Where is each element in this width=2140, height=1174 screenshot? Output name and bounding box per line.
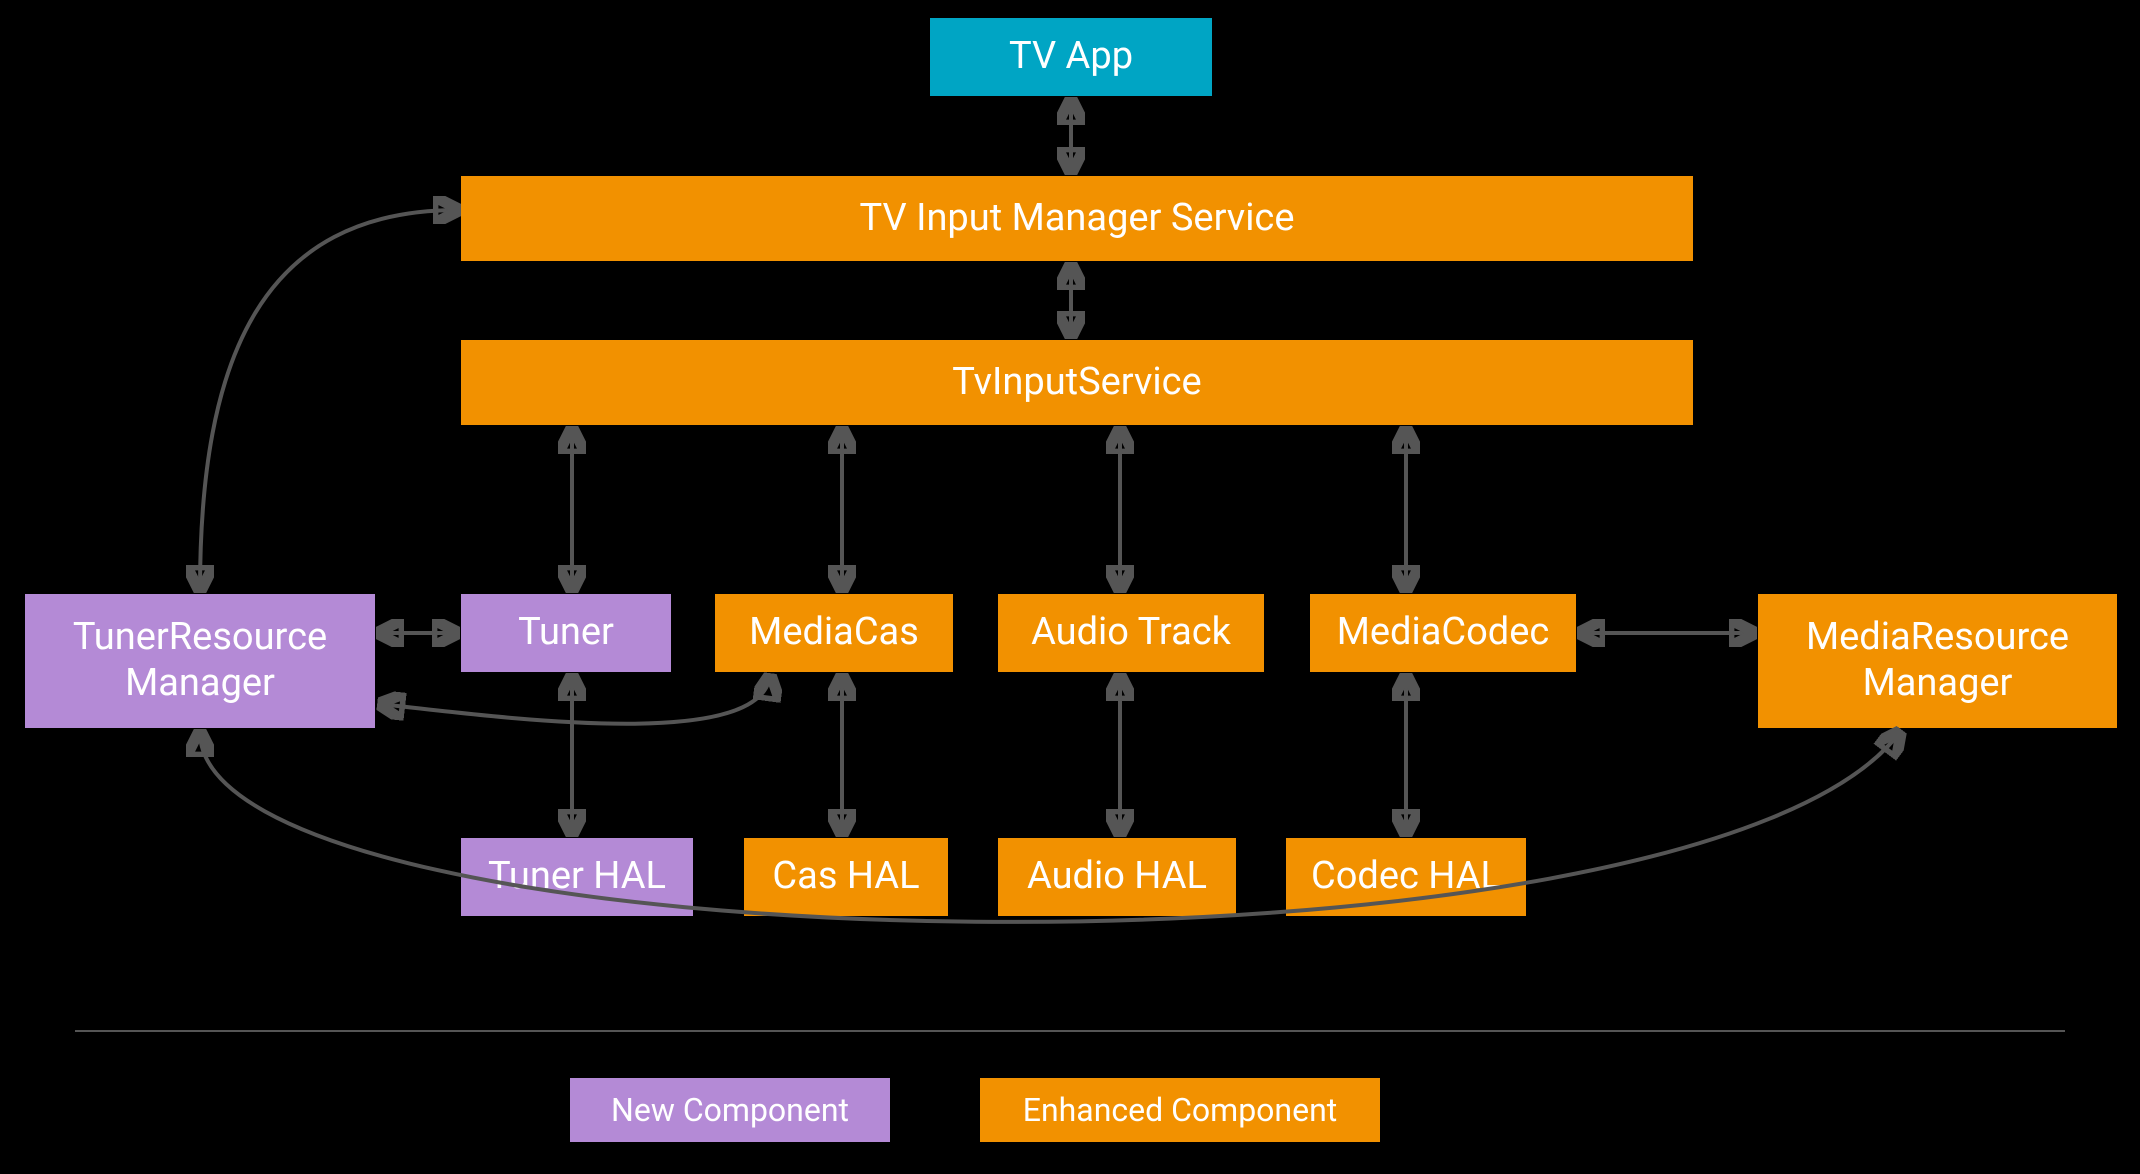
mrm-line2: Manager <box>1863 661 2013 705</box>
mrm-line1: MediaResource <box>1806 615 2069 659</box>
tv-input-service-box: TvInputService <box>461 340 1693 425</box>
legend-new-component: New Component <box>570 1078 890 1142</box>
tv-app-box: TV App <box>930 18 1212 96</box>
media-resource-manager-box: MediaResource Manager <box>1758 594 2117 728</box>
codec-hal-box: Codec HAL <box>1286 838 1526 916</box>
tuner-resource-manager-box: TunerResource Manager <box>25 594 375 728</box>
mediacas-box: MediaCas <box>715 594 953 672</box>
tv-input-manager-service-box: TV Input Manager Service <box>461 176 1693 261</box>
tuner-hal-box: Tuner HAL <box>461 838 693 916</box>
trm-line1: TunerResource <box>73 615 327 659</box>
audio-hal-box: Audio HAL <box>998 838 1236 916</box>
legend-divider <box>75 1030 2065 1032</box>
mediacodec-box: MediaCodec <box>1310 594 1576 672</box>
legend-enhanced-component: Enhanced Component <box>980 1078 1380 1142</box>
audio-track-box: Audio Track <box>998 594 1264 672</box>
trm-line2: Manager <box>125 661 275 705</box>
cas-hal-box: Cas HAL <box>744 838 948 916</box>
tuner-box: Tuner <box>461 594 671 672</box>
